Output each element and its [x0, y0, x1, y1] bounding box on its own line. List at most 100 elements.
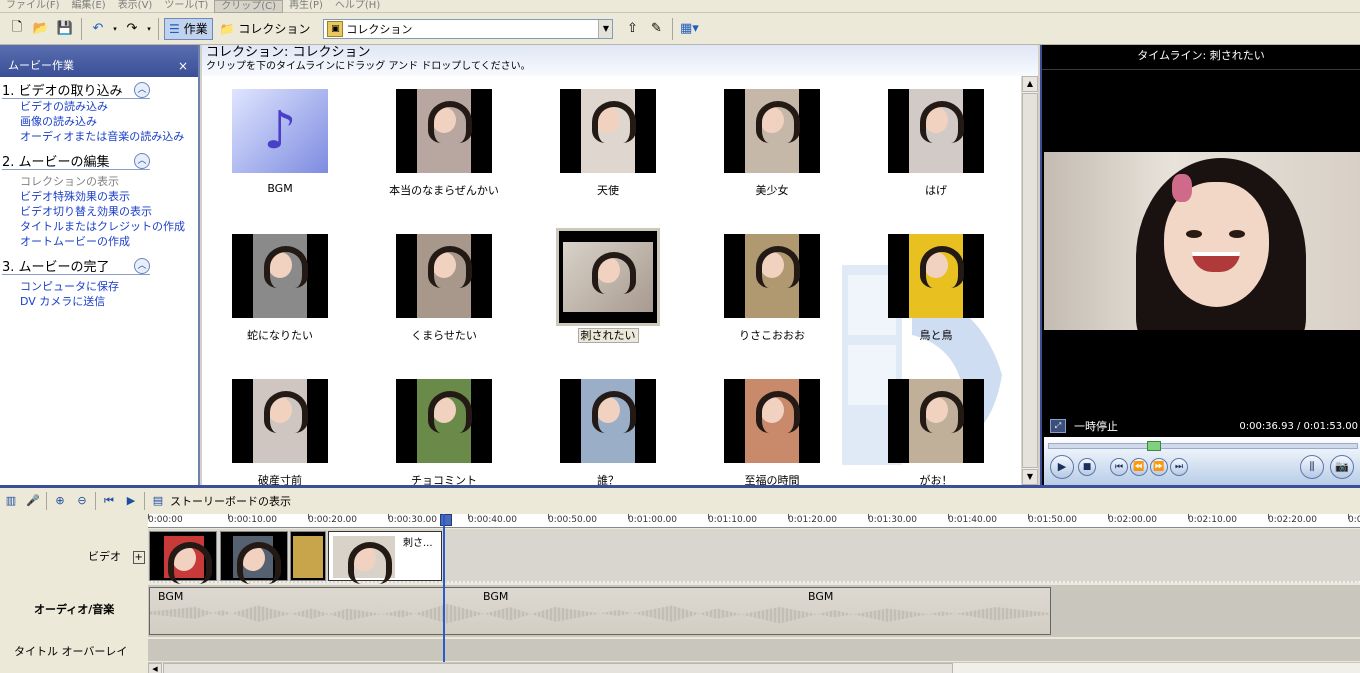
toolbar-separator — [81, 17, 82, 40]
collection-scrollbar[interactable]: ▲ ▼ — [1021, 76, 1038, 485]
rewind-timeline-icon[interactable]: ⏮ — [100, 492, 118, 510]
open-project-icon[interactable]: 📂 — [30, 18, 52, 40]
play-timeline-icon[interactable]: ▶ — [122, 492, 140, 510]
clip-label: 鳥と鳥 — [919, 329, 953, 342]
collection-clip[interactable]: くまらせたい — [366, 234, 506, 364]
collections-toggle[interactable]: 📁 コレクション — [215, 18, 316, 40]
view-options-icon[interactable]: ▦▾ — [678, 18, 700, 40]
audio-clip-label: BGM — [808, 590, 834, 603]
new-collection-icon[interactable]: ✎ — [645, 18, 667, 40]
collapse-icon[interactable]: ︿ — [134, 257, 150, 274]
playhead-line[interactable] — [443, 514, 445, 664]
audio-waveform — [150, 604, 1050, 624]
playhead-marker[interactable] — [440, 514, 452, 526]
scroll-up-icon[interactable]: ▲ — [1022, 76, 1038, 92]
tasks-toggle[interactable]: ☰ 作業 — [164, 17, 213, 40]
section-header[interactable]: 3. ムービーの完了 ︿ — [2, 257, 150, 275]
storyboard-icon: ▤ — [152, 494, 164, 507]
menu-help[interactable]: ヘルプ(H) — [329, 0, 386, 13]
snapshot-button[interactable]: 📷 — [1330, 455, 1354, 479]
chevron-down-icon[interactable]: ▼ — [598, 19, 613, 38]
expand-icon[interactable]: + — [132, 551, 145, 564]
narrate-timeline-icon[interactable]: 🎤 — [24, 492, 42, 510]
scroll-thumb[interactable] — [1022, 93, 1038, 468]
rewind-button[interactable]: ⏪ — [1130, 458, 1148, 476]
toolbar-separator — [144, 492, 145, 510]
collection-pane: コレクション: コレクション クリップを下のタイムラインにドラッグ アンド ドロ… — [202, 45, 1038, 487]
redo-icon[interactable]: ↷ — [121, 18, 143, 40]
scroll-left-icon[interactable]: ◀ — [148, 663, 162, 673]
automovie-link[interactable]: オートムービーの作成 — [2, 234, 198, 249]
close-icon[interactable]: × — [178, 59, 188, 73]
previous-frame-button[interactable]: ⏮ — [1110, 458, 1128, 476]
ruler-tick-label: 0:00:20.00 — [308, 514, 358, 525]
redo-dropdown-icon[interactable]: ▾ — [145, 18, 153, 40]
time-ruler[interactable]: 0:00:00 0:00:10.00 0:00:20.00 0:00:30.00 0:0… — [148, 514, 1360, 528]
collection-clip[interactable]: 本当のなまらぜんかい — [366, 89, 506, 219]
collection-select[interactable]: ▣ コレクション ▼ — [323, 18, 614, 39]
scroll-down-icon[interactable]: ▼ — [1022, 469, 1038, 485]
collapse-icon[interactable]: ︿ — [134, 81, 150, 98]
import-audio-link[interactable]: オーディオまたは音楽の読み込み — [2, 129, 198, 144]
section-title: 3. ムービーの完了 — [2, 260, 110, 275]
menu-clip[interactable]: クリップ(C) — [214, 0, 284, 13]
section-header[interactable]: 1. ビデオの取り込み ︿ — [2, 81, 150, 99]
video-clip[interactable] — [220, 531, 288, 584]
save-to-computer-link[interactable]: コンピュータに保存 — [2, 279, 198, 294]
audio-clip-label: BGM — [158, 590, 184, 603]
ruler-tick-label: 0:01:30.00 — [868, 514, 918, 525]
clip-title: 刺さ... — [403, 538, 433, 549]
set-audio-levels-icon[interactable]: ▥ — [2, 492, 20, 510]
timeline-scrollbar[interactable]: ◀ — [148, 662, 1360, 673]
play-button[interactable]: ▶ — [1050, 455, 1074, 479]
ruler-tick-label: 0:02:10.00 — [1188, 514, 1238, 525]
menu-play[interactable]: 再生(P) — [283, 0, 329, 13]
collection-clip[interactable]: ♪ BGM — [202, 89, 342, 219]
view-transitions-link[interactable]: ビデオ切り替え効果の表示 — [2, 204, 198, 219]
collection-clip[interactable]: 天使 — [530, 89, 670, 219]
collection-clip[interactable]: 蛇になりたい — [202, 234, 342, 364]
audio-track-label: オーディオ/音楽 — [34, 603, 115, 616]
undo-icon[interactable]: ↶ — [87, 18, 109, 40]
menu-view[interactable]: 表示(V) — [112, 0, 159, 13]
new-project-icon[interactable]: 🗋 — [6, 18, 28, 40]
collection-clip[interactable]: はげ — [858, 89, 998, 219]
import-pictures-link[interactable]: 画像の読み込み — [2, 114, 198, 129]
clip-label: 美少女 — [755, 184, 789, 197]
video-clip[interactable] — [149, 531, 217, 584]
seek-knob[interactable] — [1147, 441, 1161, 451]
view-effects-link[interactable]: ビデオ特殊効果の表示 — [2, 189, 198, 204]
menu-tools[interactable]: ツール(T) — [158, 0, 214, 13]
zoom-out-icon[interactable]: ⊖ — [73, 492, 91, 510]
collection-clip[interactable]: 美少女 — [694, 89, 834, 219]
collapse-icon[interactable]: ︿ — [134, 152, 150, 169]
video-clip-selected[interactable]: 刺さ... — [328, 531, 442, 584]
up-level-icon[interactable]: ⇧ — [621, 18, 643, 40]
undo-dropdown-icon[interactable]: ▾ — [111, 18, 119, 40]
playback-time: 0:00:36.93 / 0:01:53.00 — [1239, 420, 1358, 432]
zoom-in-icon[interactable]: ⊕ — [51, 492, 69, 510]
audio-clip[interactable]: BGM BGM BGM — [149, 587, 1051, 635]
section-header[interactable]: 2. ムービーの編集 ︿ — [2, 152, 150, 170]
collection-clip[interactable]: 刺されたい — [530, 228, 670, 364]
menu-bar: ファイル(F) 編集(E) 表示(V) ツール(T) クリップ(C) 再生(P)… — [0, 0, 1360, 13]
video-clip[interactable] — [290, 531, 326, 581]
collection-clip[interactable]: りさこおおお — [694, 234, 834, 364]
audio-track: BGM BGM BGM — [148, 585, 1360, 637]
split-clip-button[interactable]: ⫼ — [1300, 455, 1324, 479]
scroll-thumb[interactable] — [163, 663, 953, 673]
show-storyboard-button[interactable]: ▤ ストーリーボードの表示 — [149, 492, 291, 510]
menu-edit[interactable]: 編集(E) — [66, 0, 112, 13]
seek-bar[interactable] — [1048, 441, 1358, 451]
fullscreen-icon[interactable]: ⤢ — [1050, 419, 1066, 433]
menu-file[interactable]: ファイル(F) — [0, 0, 66, 13]
save-project-icon[interactable]: 💾 — [54, 18, 76, 40]
next-frame-button[interactable]: ⏭ — [1170, 458, 1188, 476]
collection-clip[interactable]: 鳥と鳥 — [858, 234, 998, 364]
import-video-link[interactable]: ビデオの読み込み — [2, 99, 198, 114]
stop-button[interactable]: ■ — [1078, 458, 1096, 476]
send-to-dv-link[interactable]: DV カメラに送信 — [2, 294, 198, 309]
forward-button[interactable]: ⏩ — [1150, 458, 1168, 476]
ruler-tick-label: 0:00:00 — [148, 514, 183, 525]
make-titles-link[interactable]: タイトルまたはクレジットの作成 — [2, 219, 198, 234]
